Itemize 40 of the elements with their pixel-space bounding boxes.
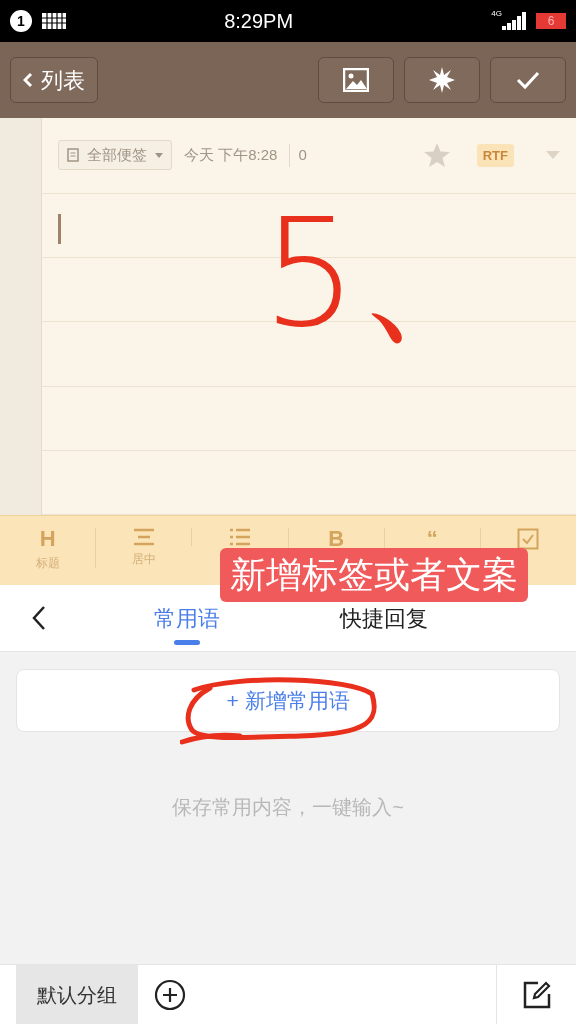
sparkle-button[interactable] <box>404 57 480 103</box>
note-time: 今天 下午8:28 <box>184 145 278 166</box>
checkbox-button[interactable] <box>517 528 540 550</box>
rtf-badge[interactable]: RTF <box>476 143 514 168</box>
empty-hint: 保存常用内容，一键输入~ <box>171 795 405 820</box>
keyboard-icon <box>42 13 66 29</box>
edit-icon[interactable] <box>521 979 552 1010</box>
bold-button[interactable]: B <box>328 528 345 550</box>
notification-badge: 1 <box>10 10 32 32</box>
caret-icon <box>155 152 163 158</box>
signal-icon <box>502 12 528 30</box>
image-button[interactable] <box>318 57 394 103</box>
tab[interactable]: 快捷回复 <box>340 605 428 633</box>
battery-indicator: 6 <box>536 13 566 29</box>
document-icon <box>67 148 79 163</box>
handwriting: 5、 <box>262 198 508 348</box>
network-label: 4G <box>491 8 502 20</box>
tab[interactable]: 常用语 <box>154 605 220 633</box>
check-button[interactable] <box>490 57 566 103</box>
chevron-left-icon <box>23 72 33 88</box>
star-icon[interactable] <box>422 142 451 169</box>
align-center-icon <box>132 528 155 546</box>
list-icon <box>228 528 251 546</box>
back-icon[interactable] <box>32 605 46 631</box>
group-tab[interactable]: 默认分组 <box>16 965 138 1024</box>
tab-indicator <box>174 640 200 645</box>
heading-button[interactable]: H 标题 <box>35 528 60 572</box>
add-icon[interactable] <box>154 978 186 1011</box>
annotation-label: 新增标签或者文案 <box>220 548 528 602</box>
category-dropdown[interactable]: 全部便签 <box>58 140 172 171</box>
burst-icon <box>428 66 456 94</box>
quote-button[interactable]: “ <box>426 528 438 550</box>
back-button[interactable]: 列表 <box>10 57 98 103</box>
word-count: 0 <box>289 144 307 167</box>
add-phrase-button[interactable]: + 新增常用语 <box>16 669 560 732</box>
clock: 8:29PM <box>223 9 295 34</box>
image-icon <box>343 68 369 92</box>
text-cursor <box>58 214 61 244</box>
checkbox-icon <box>517 528 540 550</box>
check-icon <box>516 70 540 90</box>
